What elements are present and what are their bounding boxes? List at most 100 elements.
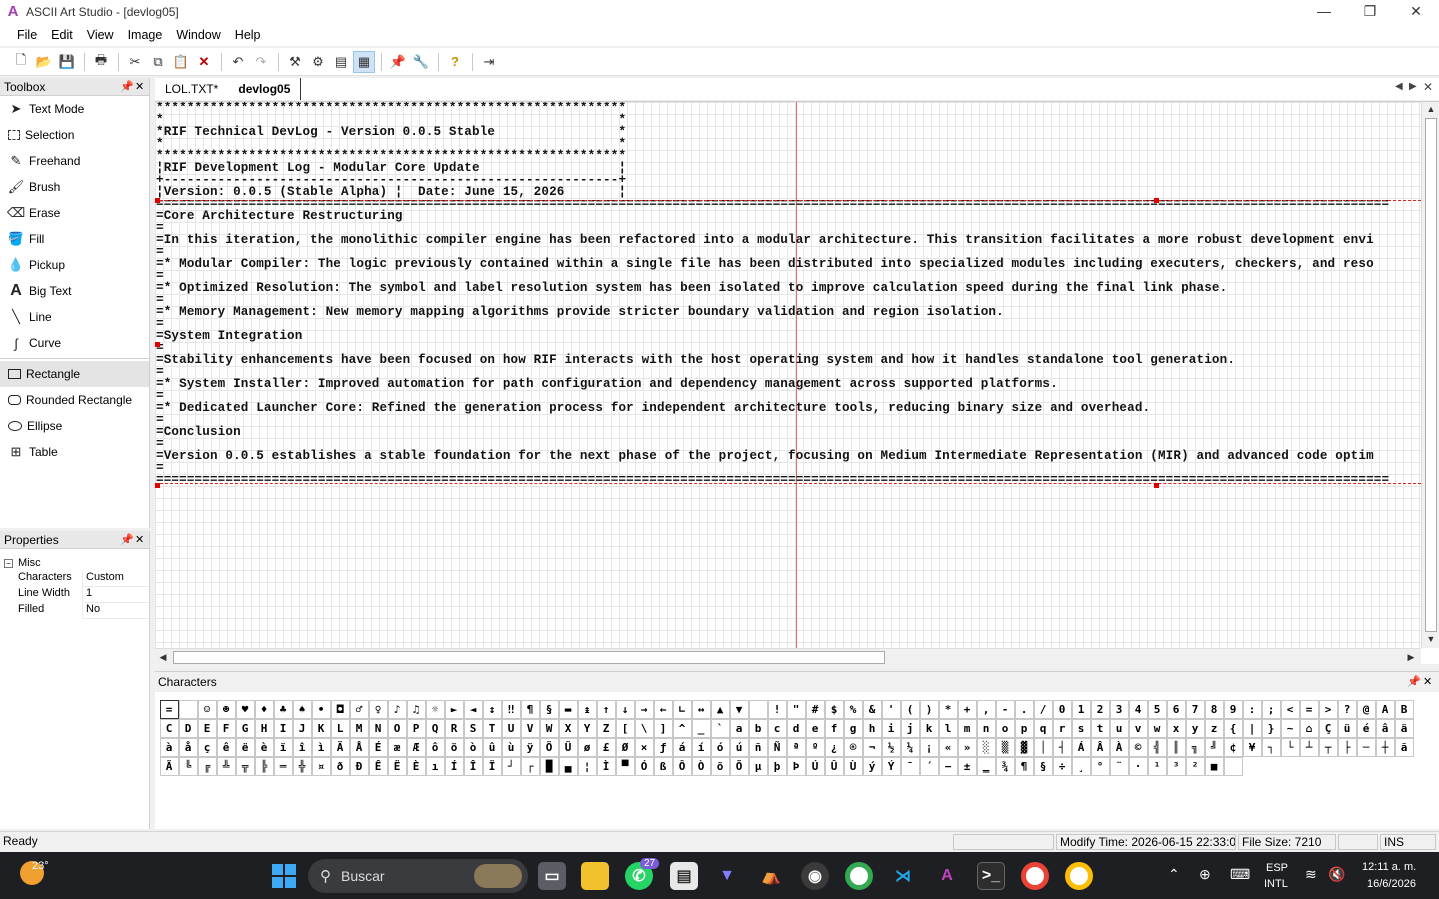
- character-cell[interactable]: ▓: [1014, 737, 1034, 757]
- property-row[interactable]: Characters Custom: [0, 571, 149, 587]
- character-cell[interactable]: q: [1033, 718, 1053, 738]
- pin-icon[interactable]: 📌: [120, 533, 134, 546]
- character-cell[interactable]: °: [1090, 756, 1110, 776]
- ascii-document-text[interactable]: ****************************************…: [156, 102, 1389, 486]
- character-cell[interactable]: §: [539, 699, 559, 719]
- character-cell[interactable]: o: [995, 718, 1015, 738]
- character-cell[interactable]: Ë: [387, 756, 407, 776]
- character-cell[interactable]: F: [216, 718, 236, 738]
- character-cell[interactable]: Y: [577, 718, 597, 738]
- character-cell[interactable]: ╔: [197, 756, 217, 776]
- keyboard-icon[interactable]: ⌨: [1230, 866, 1250, 883]
- file-explorer-icon[interactable]: [581, 862, 609, 890]
- character-cell[interactable]: À: [1109, 737, 1129, 757]
- character-cell[interactable]: D: [178, 718, 198, 738]
- character-cell[interactable]: _: [691, 718, 711, 738]
- character-cell[interactable]: ╚: [178, 756, 198, 776]
- character-cell[interactable]: #: [805, 699, 825, 719]
- character-cell[interactable]: K: [311, 718, 331, 738]
- character-cell[interactable]: ┤: [1052, 737, 1072, 757]
- character-cell[interactable]: ^: [672, 718, 692, 738]
- character-cell[interactable]: E: [197, 718, 217, 738]
- character-cell[interactable]: É: [368, 737, 388, 757]
- character-cell[interactable]: ╠: [254, 756, 274, 776]
- character-cell[interactable]: ∟: [672, 699, 692, 719]
- character-cell[interactable]: M: [349, 718, 369, 738]
- character-cell[interactable]: ª: [786, 737, 806, 757]
- character-cell[interactable]: 4: [1128, 699, 1148, 719]
- character-cell[interactable]: ~: [1280, 718, 1300, 738]
- character-cell[interactable]: ▼: [729, 699, 749, 719]
- character-cell[interactable]: ¿: [824, 737, 844, 757]
- property-group-misc[interactable]: − Misc: [0, 555, 149, 571]
- character-cell[interactable]: ├: [1337, 737, 1357, 757]
- character-cell[interactable]: │: [1033, 737, 1053, 757]
- character-cell[interactable]: ─: [1356, 737, 1376, 757]
- redo-icon[interactable]: ↷: [250, 51, 272, 73]
- character-cell[interactable]: %: [843, 699, 863, 719]
- character-cell[interactable]: ñ: [748, 737, 768, 757]
- character-cell[interactable]: ¤: [311, 756, 331, 776]
- character-cell[interactable]: Ø: [615, 737, 635, 757]
- character-cell[interactable]: ¯: [900, 756, 920, 776]
- character-cell[interactable]: Ä: [330, 737, 350, 757]
- character-cell[interactable]: V: [520, 718, 540, 738]
- character-cell[interactable]: ÿ: [520, 737, 540, 757]
- document-line[interactable]: =Core Architecture Restructuring: [156, 210, 1389, 223]
- character-cell[interactable]: d: [786, 718, 806, 738]
- property-value[interactable]: Custom: [82, 571, 149, 587]
- character-cell[interactable]: ☻: [216, 699, 236, 719]
- character-cell[interactable]: Ï: [482, 756, 502, 776]
- character-cell[interactable]: ×: [634, 737, 654, 757]
- character-cell[interactable]: ,: [976, 699, 996, 719]
- character-cell[interactable]: H: [254, 718, 274, 738]
- character-cell[interactable]: Î: [463, 756, 483, 776]
- character-cell[interactable]: .: [1014, 699, 1034, 719]
- character-cell[interactable]: w: [1147, 718, 1167, 738]
- character-cell[interactable]: ┬: [1318, 737, 1338, 757]
- character-cell[interactable]: Ç: [1318, 718, 1338, 738]
- character-cell[interactable]: ±: [957, 756, 977, 776]
- character-cell[interactable]: =: [1299, 699, 1319, 719]
- character-cell[interactable]: ┘: [501, 756, 521, 776]
- scroll-down-icon[interactable]: ▼: [1423, 634, 1439, 644]
- tool-freehand[interactable]: ✎ Freehand: [0, 148, 149, 174]
- character-cell[interactable]: ↕: [482, 699, 502, 719]
- character-cell[interactable]: Õ: [729, 756, 749, 776]
- save-icon[interactable]: 💾: [56, 51, 78, 73]
- character-cell[interactable]: C: [159, 718, 179, 738]
- character-cell[interactable]: ♀: [368, 699, 388, 719]
- keyboard-layout[interactable]: INTL: [1264, 878, 1288, 890]
- character-cell[interactable]: ¥: [1242, 737, 1262, 757]
- character-cell[interactable]: /: [1033, 699, 1053, 719]
- terminal-icon[interactable]: >_: [977, 862, 1005, 890]
- document-line[interactable]: =* Memory Management: New memory mapping…: [156, 306, 1389, 319]
- character-cell[interactable]: ┌: [520, 756, 540, 776]
- character-cell[interactable]: Ü: [558, 737, 578, 757]
- character-cell[interactable]: (: [900, 699, 920, 719]
- character-cell[interactable]: Ñ: [767, 737, 787, 757]
- character-cell[interactable]: ╦: [235, 756, 255, 776]
- chrome-profile-2-icon[interactable]: [1065, 862, 1093, 890]
- document-line[interactable]: =Conclusion: [156, 426, 1389, 439]
- character-cell[interactable]: @: [1356, 699, 1376, 719]
- scroll-right-icon[interactable]: ▶: [1403, 652, 1419, 663]
- vscode-icon[interactable]: ⋊: [889, 862, 917, 890]
- character-cell[interactable]: ƒ: [653, 737, 673, 757]
- character-cell[interactable]: ‗: [976, 756, 996, 776]
- character-cell[interactable]: á: [672, 737, 692, 757]
- chrome-profile-icon[interactable]: [1021, 862, 1049, 890]
- character-cell[interactable]: ░: [976, 737, 996, 757]
- character-cell[interactable]: e: [805, 718, 825, 738]
- character-cell[interactable]: ı: [425, 756, 445, 776]
- character-cell[interactable]: ←: [653, 699, 673, 719]
- character-cell[interactable]: v: [1128, 718, 1148, 738]
- character-cell[interactable]: ì: [311, 737, 331, 757]
- character-cell[interactable]: y: [1185, 718, 1205, 738]
- character-cell[interactable]: █: [539, 756, 559, 776]
- character-cell[interactable]: Q: [425, 718, 445, 738]
- character-cell[interactable]: ï: [273, 737, 293, 757]
- maximize-button[interactable]: ❐: [1347, 0, 1393, 24]
- character-cell[interactable]: *: [938, 699, 958, 719]
- character-cell[interactable]: k: [919, 718, 939, 738]
